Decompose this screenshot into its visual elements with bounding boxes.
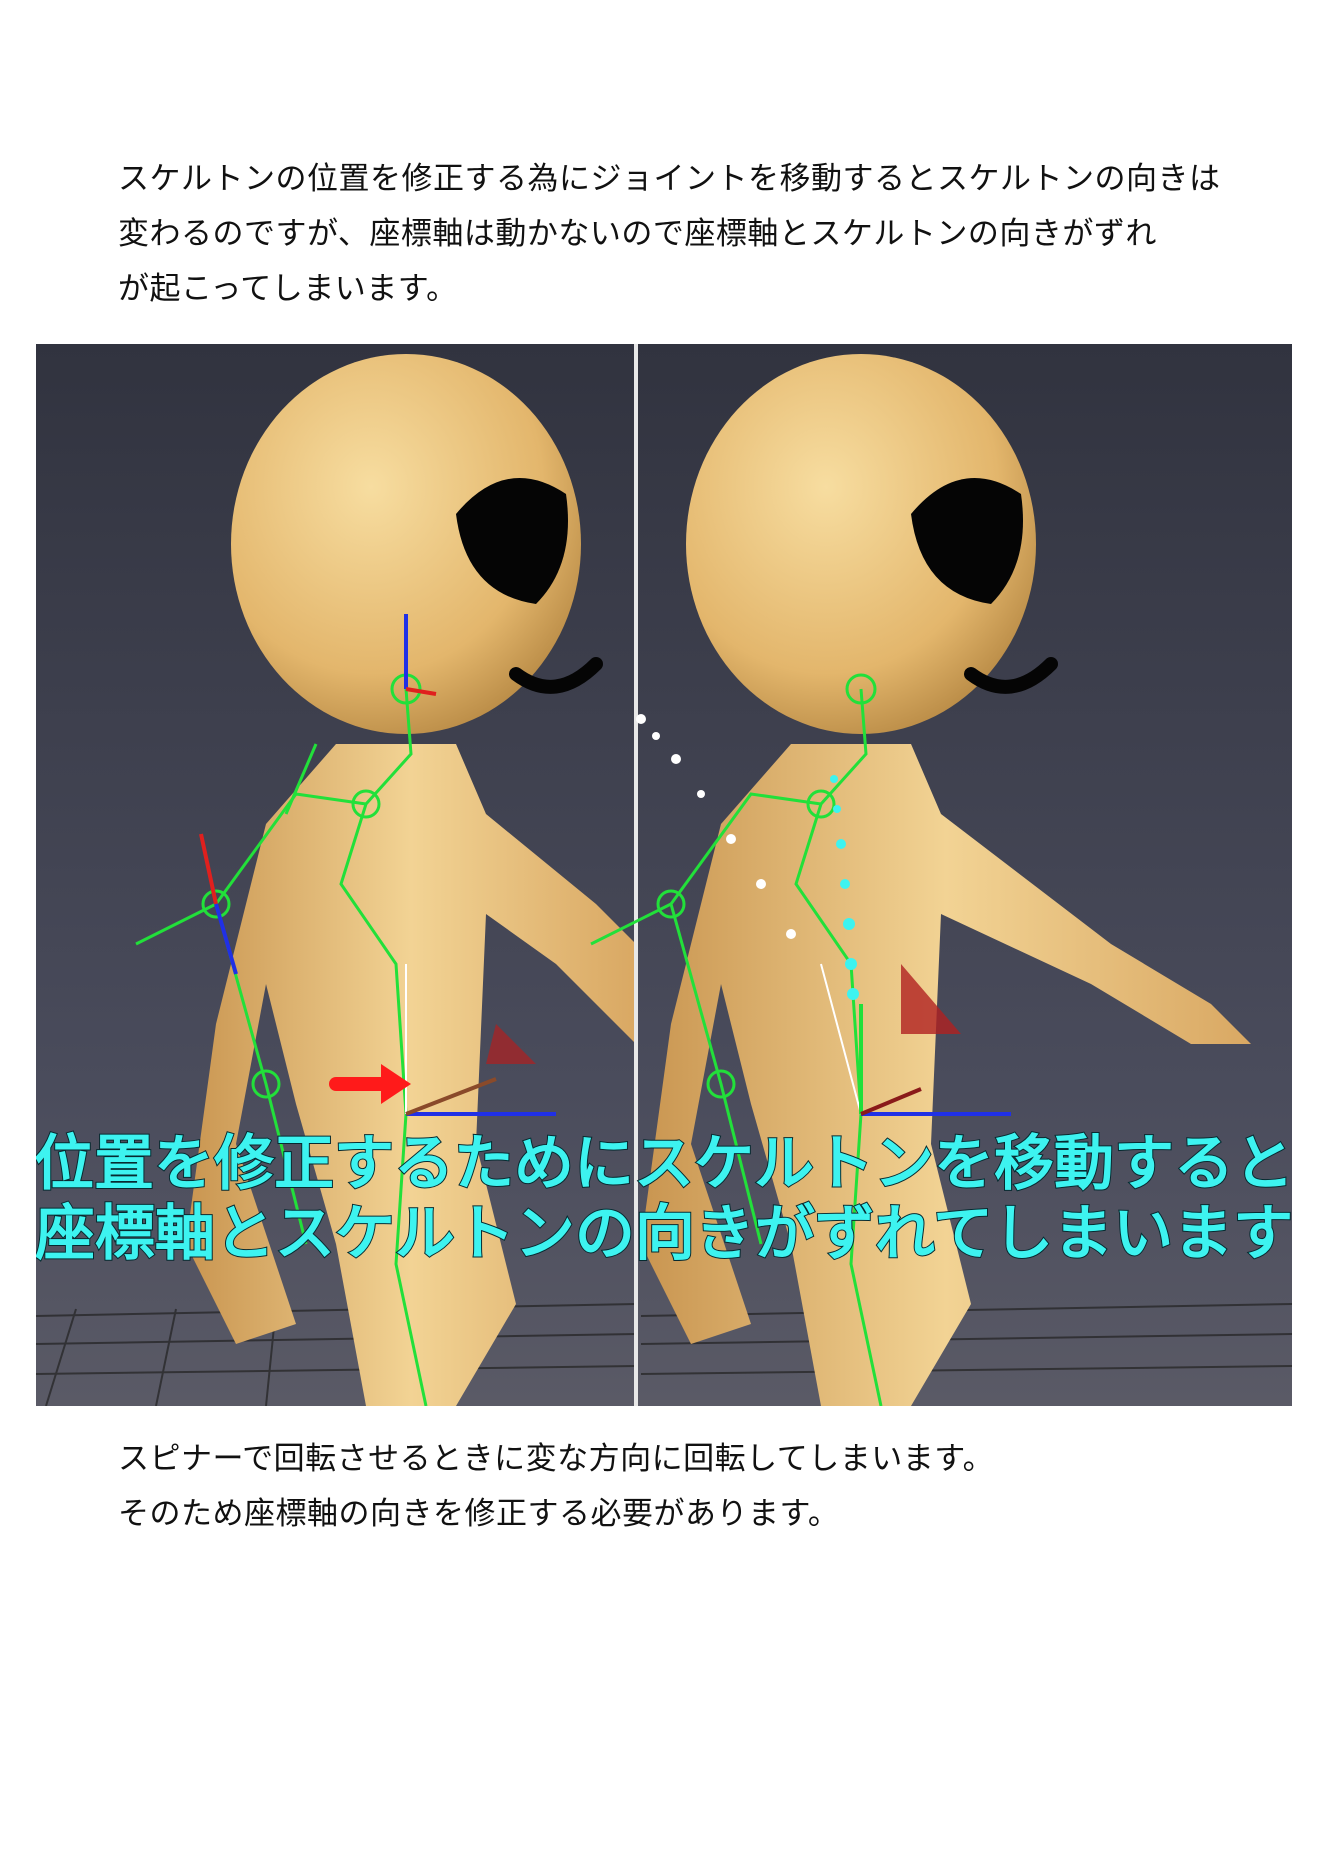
caption-line-1: 位置を修正するためにスケルトンを移動すると	[36, 1129, 1292, 1199]
skeleton-comparison-figure: 位置を修正するためにスケルトンを移動すると 座標軸とスケルトンの向きがずれてしま…	[36, 344, 1292, 1406]
outro-line-2: そのため座標軸の向きを修正する必要があります。	[118, 1496, 840, 1532]
intro-line-2: 変わるのですが、座標軸は動かないので座標軸とスケルトンの向きがずれ	[118, 216, 1157, 252]
intro-paragraph: スケルトンの位置を修正する為にジョイントを移動するとスケルトンの向きは 変わるの…	[118, 152, 1258, 317]
outro-line-1: スピナーで回転させるときに変な方向に回転してしまいます。	[118, 1441, 995, 1477]
caption-line-2: 座標軸とスケルトンの向きがずれてしまいます	[36, 1199, 1292, 1269]
figure-illustration: 位置を修正するためにスケルトンを移動すると 座標軸とスケルトンの向きがずれてしま…	[36, 344, 1292, 1406]
figure-caption: 位置を修正するためにスケルトンを移動すると 座標軸とスケルトンの向きがずれてしま…	[36, 1128, 1292, 1270]
intro-line-3: が起こってしまいます。	[118, 271, 458, 307]
intro-line-1: スケルトンの位置を修正する為にジョイントを移動するとスケルトンの向きは	[118, 161, 1221, 197]
outro-paragraph: スピナーで回転させるときに変な方向に回転してしまいます。 そのため座標軸の向きを…	[118, 1432, 1258, 1542]
